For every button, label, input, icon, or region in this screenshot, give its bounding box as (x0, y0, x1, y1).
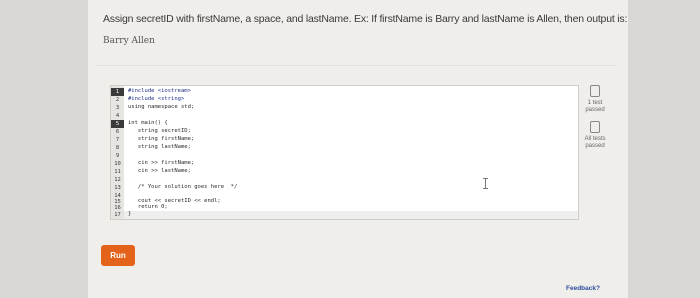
line-number: 17 (114, 212, 121, 218)
line-number: 13 (114, 185, 121, 191)
sample-output: Barry Allen (103, 36, 155, 46)
code-line[interactable]: cin >> lastName; (128, 167, 191, 176)
line-number: 8 (115, 145, 120, 151)
code-editor[interactable]: 1 2 3 4 5 6 7 8 9 10 11 12 13 14 15 16 1… (110, 85, 579, 220)
code-line[interactable]: return 0; (128, 203, 168, 212)
text-cursor-icon (483, 178, 488, 189)
line-number-gutter: 1 2 3 4 5 6 7 8 9 10 11 12 13 14 15 16 1… (111, 86, 124, 219)
line-number: 5 (111, 120, 124, 128)
test-status-icon (590, 121, 600, 133)
run-button[interactable]: Run (101, 245, 135, 266)
line-number: 2 (115, 97, 120, 103)
line-number: 11 (114, 169, 121, 175)
code-line[interactable]: string lastName; (128, 143, 191, 152)
line-number: 10 (114, 161, 121, 167)
code-line[interactable]: using namespace std; (128, 103, 194, 112)
test-status-label: 1 test passed (585, 100, 605, 113)
line-number: 4 (115, 113, 120, 119)
line-number: 1 (111, 88, 124, 96)
code-line[interactable]: } (128, 210, 131, 219)
line-number: 6 (115, 129, 120, 135)
problem-prompt: Assign secretID with firstName, a space,… (103, 13, 628, 25)
test-status-label: All tests passed (584, 136, 606, 149)
test-status-column: 1 test passed All tests passed (572, 85, 618, 150)
test-status-icon (590, 85, 600, 97)
line-number: 7 (115, 137, 120, 143)
code-line[interactable]: /* Your solution goes here */ (128, 183, 237, 192)
line-number: 3 (115, 105, 120, 111)
active-line-highlight (124, 211, 578, 219)
line-number: 12 (114, 177, 121, 183)
divider (95, 65, 615, 66)
line-number: 9 (115, 153, 120, 159)
feedback-link[interactable]: Feedback? (566, 285, 600, 292)
